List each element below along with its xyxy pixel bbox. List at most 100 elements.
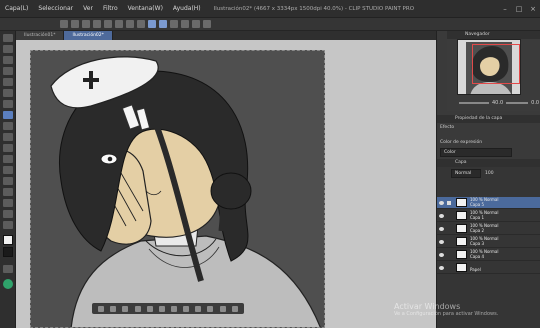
layer-row[interactable]: 100 % Normal Capa 3 bbox=[437, 236, 540, 248]
pen-tool-icon[interactable] bbox=[2, 111, 13, 119]
crop-icon[interactable] bbox=[171, 305, 178, 312]
invert-selection-icon[interactable] bbox=[110, 305, 117, 312]
layer-row[interactable]: 100 % Normal Capa 2 bbox=[437, 223, 540, 235]
menu-item-window[interactable]: Ventana(W) bbox=[123, 0, 168, 18]
transform-icon[interactable] bbox=[126, 20, 134, 28]
pencil-tool-icon[interactable] bbox=[2, 122, 13, 130]
layer-name: Capa 5 bbox=[470, 201, 485, 207]
minimize-icon[interactable]: – bbox=[498, 0, 512, 18]
brush-settings-icon[interactable] bbox=[203, 20, 211, 28]
rotate-slider[interactable] bbox=[506, 101, 529, 104]
selection-tool-icon[interactable] bbox=[2, 78, 13, 86]
fill-icon[interactable] bbox=[192, 20, 200, 28]
menu-item-layer[interactable]: Capa(L) bbox=[0, 0, 33, 18]
eraser-tool-icon[interactable] bbox=[2, 166, 13, 174]
deselect-icon[interactable] bbox=[137, 20, 145, 28]
deselect-icon[interactable] bbox=[98, 305, 105, 312]
decoration-tool-icon[interactable] bbox=[2, 155, 13, 163]
clear-icon[interactable] bbox=[115, 20, 123, 28]
layer-name: Capa 4 bbox=[470, 253, 485, 259]
settings-icon[interactable] bbox=[231, 305, 238, 312]
document-tabs: Ilustración01* Ilustración02* bbox=[16, 31, 436, 40]
navigator-zoom-row: 40.0 0.0 bbox=[459, 98, 540, 107]
eyedropper-tool-icon[interactable] bbox=[2, 100, 13, 108]
visibility-eye-icon[interactable] bbox=[439, 226, 444, 231]
scale-rotate-icon[interactable] bbox=[183, 305, 190, 312]
layer-row[interactable]: 100 % Normal Capa 1 bbox=[437, 210, 540, 222]
tool-palette bbox=[0, 31, 16, 328]
fill-icon[interactable] bbox=[195, 305, 202, 312]
snap-special-ruler-icon[interactable] bbox=[170, 20, 178, 28]
redo-icon[interactable] bbox=[104, 20, 112, 28]
visibility-eye-icon[interactable] bbox=[439, 239, 444, 244]
clear-icon[interactable] bbox=[146, 305, 153, 312]
text-tool-icon[interactable] bbox=[2, 221, 13, 229]
tab-ilustracion02[interactable]: Ilustración02* bbox=[64, 31, 113, 40]
move-layer-tool-icon[interactable] bbox=[2, 67, 13, 75]
editing-pen-icon bbox=[447, 214, 451, 218]
effect-label: Efecto bbox=[440, 125, 455, 130]
layer-name: Capa 3 bbox=[470, 240, 485, 246]
save-icon[interactable] bbox=[82, 20, 90, 28]
visibility-eye-icon[interactable] bbox=[439, 213, 444, 218]
layer-row[interactable]: 100 % Normal Capa 5 bbox=[437, 197, 540, 209]
blend-mode-dropdown[interactable]: Normal bbox=[451, 169, 481, 178]
menu-item-view[interactable]: Ver bbox=[78, 0, 98, 18]
operation-tool-icon[interactable] bbox=[2, 56, 13, 64]
angle-value[interactable]: 0.0 bbox=[531, 100, 539, 106]
status-indicator-icon bbox=[2, 279, 13, 289]
drawing-canvas[interactable] bbox=[30, 50, 325, 328]
figure-tool-icon[interactable] bbox=[2, 210, 13, 218]
undo-icon[interactable] bbox=[93, 20, 101, 28]
expand-selection-icon[interactable] bbox=[122, 305, 129, 312]
fill-tool-icon[interactable] bbox=[2, 188, 13, 196]
zoom-slider[interactable] bbox=[459, 101, 489, 104]
visibility-eye-icon[interactable] bbox=[439, 252, 444, 257]
move-tool-icon[interactable] bbox=[2, 45, 13, 53]
maximize-icon[interactable]: □ bbox=[512, 0, 526, 18]
brush-tool-icon[interactable] bbox=[2, 133, 13, 141]
transparent-color-icon[interactable] bbox=[2, 265, 13, 273]
main-color-swatch[interactable] bbox=[2, 235, 13, 245]
selection-launcher-bar bbox=[92, 303, 244, 314]
visibility-eye-icon[interactable] bbox=[439, 200, 444, 205]
windows-activation-watermark: Activar Windows Ve a Configuración para … bbox=[394, 302, 540, 324]
visibility-eye-icon[interactable] bbox=[439, 265, 444, 270]
navigator-view-rect[interactable] bbox=[472, 44, 520, 84]
edit-selection-icon[interactable] bbox=[219, 305, 226, 312]
layer-row[interactable]: Papel bbox=[437, 262, 540, 274]
layer-panel-title[interactable]: Capa bbox=[437, 159, 540, 167]
tab-ilustracion01[interactable]: Ilustración01* bbox=[16, 31, 65, 40]
snap-grid-icon[interactable] bbox=[159, 20, 167, 28]
gradient-tool-icon[interactable] bbox=[2, 199, 13, 207]
layer-row[interactable]: 100 % Normal Capa 4 bbox=[437, 249, 540, 261]
new-file-icon[interactable] bbox=[60, 20, 68, 28]
layer-name: Papel bbox=[470, 266, 481, 272]
airbrush-tool-icon[interactable] bbox=[2, 144, 13, 152]
sub-color-swatch[interactable] bbox=[2, 247, 13, 257]
menu-item-filter[interactable]: Filtro bbox=[98, 0, 123, 18]
menu-item-help[interactable]: Ayuda(H) bbox=[168, 0, 206, 18]
watermark-subtitle: Ve a Configuración para activar Windows. bbox=[394, 311, 499, 317]
navigator-thumbnail[interactable] bbox=[457, 39, 521, 95]
blend-tool-icon[interactable] bbox=[2, 177, 13, 185]
editing-pen-icon bbox=[447, 240, 451, 244]
shrink-selection-icon[interactable] bbox=[134, 305, 141, 312]
canvas-workspace[interactable] bbox=[16, 40, 436, 328]
new-tone-icon[interactable] bbox=[207, 305, 214, 312]
opacity-value[interactable]: 100 bbox=[485, 171, 494, 176]
close-icon[interactable]: × bbox=[526, 0, 540, 18]
zoom-value[interactable]: 40.0 bbox=[492, 100, 503, 106]
color-expression-label: Color de expresión bbox=[440, 140, 483, 145]
clear-outside-icon[interactable] bbox=[158, 305, 165, 312]
zoom-tool-icon[interactable] bbox=[2, 34, 13, 42]
snap-ruler-icon[interactable] bbox=[148, 20, 156, 28]
layer-text: 100 % Normal Capa 4 bbox=[470, 249, 498, 259]
color-expression-dropdown[interactable]: Color bbox=[440, 148, 512, 157]
menu-item-select[interactable]: Seleccionar bbox=[33, 0, 78, 18]
auto-select-tool-icon[interactable] bbox=[2, 89, 13, 97]
open-file-icon[interactable] bbox=[71, 20, 79, 28]
editing-pen-icon bbox=[447, 227, 451, 231]
settings-icon[interactable] bbox=[181, 20, 189, 28]
layer-blend-row: Normal 100 bbox=[451, 169, 494, 178]
